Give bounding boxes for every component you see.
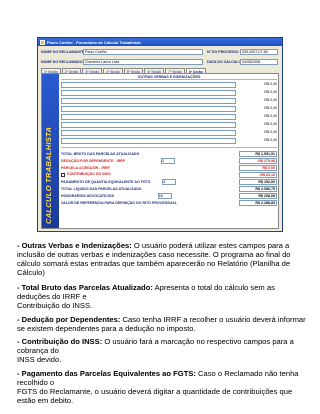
para-tail: Contribuição do INSS. — [17, 301, 93, 310]
entry-row: R$ 0,00 — [61, 89, 277, 97]
entry-description-field[interactable] — [61, 122, 236, 128]
reference-value-value: R$ 2.288,83 — [239, 199, 277, 206]
entry-value[interactable]: R$ 0,00 — [239, 130, 277, 136]
fgts-label: PAGAMENTO DE QUANTIA EQUIVALENTE AO FGTS… — [61, 178, 236, 185]
entry-row: R$ 0,00 — [61, 113, 277, 121]
divider — [61, 147, 277, 148]
window-title: Paulo Coelho - Formulário de Cálculo Tra… — [47, 39, 141, 45]
para-heading: - Dedução por Dependentes: — [17, 315, 121, 324]
entry-row: R$ 0,00 — [61, 129, 277, 137]
inss-checkbox[interactable] — [61, 172, 65, 177]
panel-content: OUTRAS VERBAS E INDENIZAÇÕES R$ 0,00 R$ … — [61, 75, 277, 206]
total-gross-label: TOTAL BRUTO DAS PARCELAS ATUALIZADO — [61, 151, 140, 156]
date-label: DATA DO CÁLCULO — [207, 60, 242, 64]
entry-row: R$ 0,00 — [61, 137, 277, 145]
irrf-deduct-label: PARCELA A DEDUZIR - IRRF — [61, 165, 110, 170]
total-net-label: TOTAL LÍQUIDO DAS PARCELAS ATUALIZADO — [61, 186, 142, 191]
defendant-label: NOME DO RECLAMADO — [41, 60, 83, 64]
entry-value[interactable]: R$ 0,00 — [239, 98, 277, 104]
entry-value[interactable]: R$ 0,00 — [239, 122, 277, 128]
dependent-deduction-label: DEDUÇÃO POR DEPENDENTE - IRRF 2 — [61, 157, 236, 164]
side-banner-text: CALCULO TRABALHISTA — [44, 126, 53, 224]
entry-value[interactable]: R$ 0,00 — [239, 90, 277, 96]
entry-description-field[interactable] — [61, 130, 236, 136]
entry-description-field[interactable] — [61, 106, 236, 112]
para-heading: - Total Bruto das Parcelas Atualizado: — [17, 283, 153, 292]
claimant-field[interactable]: Paulo Coelho — [83, 49, 203, 55]
process-field[interactable]: 005-2007-07-56 — [240, 49, 278, 55]
attorney-fees-label: HONORÁRIOS ADVOCATÍCIOS 10 — [61, 192, 236, 199]
total-net-row: TOTAL LÍQUIDO DAS PARCELAS ATUALIZADO R$… — [61, 185, 277, 192]
reference-value-row: VALOR DE REFERÊNCIA PARA DEFINIÇÃO DO RI… — [61, 199, 277, 206]
dependent-deduction-row: DEDUÇÃO POR DEPENDENTE - IRRF 2 -R$ 275,9… — [61, 157, 277, 164]
total-net-value: R$ 2.080,75 — [239, 185, 277, 192]
claimant-label: NOME DO RECLAMANTE — [41, 50, 85, 54]
window-titlebar: Paulo Coelho - Formulário de Cálculo Tra… — [38, 38, 282, 46]
entry-value[interactable]: R$ 0,00 — [239, 114, 277, 120]
para-tail: FGTS do Reclamante, o usuário deverá dig… — [17, 387, 293, 405]
attorney-fees-percent-field[interactable]: 10 — [157, 192, 172, 199]
entry-row: R$ 0,00 — [61, 81, 277, 89]
inss-row: CONTRIBUIÇÃO DO INSS -R$ 63,16 — [61, 171, 277, 178]
total-gross-value: R$ 1.951,91 — [239, 150, 277, 157]
entry-description-field[interactable] — [61, 98, 236, 104]
reference-value-label: VALOR DE REFERÊNCIA PARA DEFINIÇÃO DO RI… — [61, 200, 177, 205]
inss-label: CONTRIBUIÇÃO DO INSS — [61, 172, 236, 177]
side-banner: CALCULO TRABALHISTA — [42, 74, 59, 228]
irrf-deduct-row: PARCELA A DEDUZIR - IRRF R$ 0,00 — [61, 164, 277, 171]
para-heading: - Contribuição do INSS: — [17, 337, 103, 346]
date-field[interactable]: 04/06/2008 — [240, 59, 278, 65]
para-inss: - Contribuição do INSS: O usuário fará a… — [17, 337, 307, 364]
inss-value: -R$ 63,16 — [239, 171, 277, 178]
entry-value[interactable]: R$ 0,00 — [239, 106, 277, 112]
dependents-count-field[interactable]: 2 — [161, 157, 176, 164]
entry-description-field[interactable] — [61, 90, 236, 96]
claimant-row: NOME DO RECLAMANTE Paulo Coelho Nº DO PR… — [38, 48, 282, 56]
fgts-value: R$ 192,00 — [239, 178, 277, 185]
entry-value[interactable]: R$ 0,00 — [239, 82, 277, 88]
entry-description-field[interactable] — [61, 82, 236, 88]
para-heading: - Pagamento das Parcelas Equivalentes ao… — [17, 369, 196, 378]
defendant-row: NOME DO RECLAMADO Guerreiro Larico Ltda … — [38, 58, 282, 66]
section-panel: CALCULO TRABALHISTA OUTRAS VERBAS E INDE… — [41, 73, 279, 229]
para-heading: - Outras Verbas e Indenizações: — [17, 241, 132, 250]
dependent-deduction-value: -R$ 275,98 — [239, 157, 277, 164]
entry-description-field[interactable] — [61, 114, 236, 120]
entry-value[interactable]: R$ 0,00 — [239, 138, 277, 144]
para-dependents: - Dedução por Dependentes: Caso tenha IR… — [17, 315, 307, 333]
app-icon — [40, 39, 45, 45]
attorney-fees-row: HONORÁRIOS ADVOCATÍCIOS 10 R$ 208,08 — [61, 192, 277, 199]
entry-description-field[interactable] — [61, 138, 236, 144]
attorney-fees-value: R$ 208,08 — [239, 192, 277, 199]
section-title: OUTRAS VERBAS E INDENIZAÇÕES — [61, 75, 277, 80]
para-gross-total: - Total Bruto das Parcelas Atualizado: A… — [17, 283, 307, 310]
entry-row: R$ 0,00 — [61, 97, 277, 105]
entry-row: R$ 0,00 — [61, 105, 277, 113]
entry-row: R$ 0,00 — [61, 121, 277, 129]
calculation-window: Paulo Coelho - Formulário de Cálculo Tra… — [37, 37, 283, 232]
para-fgts: - Pagamento das Parcelas Equivalentes ao… — [17, 369, 307, 405]
total-gross-row: TOTAL BRUTO DAS PARCELAS ATUALIZADO R$ 1… — [61, 150, 277, 157]
defendant-field[interactable]: Guerreiro Larico Ltda — [83, 59, 203, 65]
para-other-items: - Outras Verbas e Indenizações: O usuári… — [17, 241, 307, 277]
irrf-deduct-value: R$ 0,00 — [239, 164, 277, 171]
process-label: Nº DO PROCESSO — [207, 50, 239, 54]
fgts-count-field[interactable]: 2 — [162, 178, 177, 185]
para-tail: INSS devido. — [17, 355, 62, 364]
fgts-row: PAGAMENTO DE QUANTIA EQUIVALENTE AO FGTS… — [61, 178, 277, 185]
